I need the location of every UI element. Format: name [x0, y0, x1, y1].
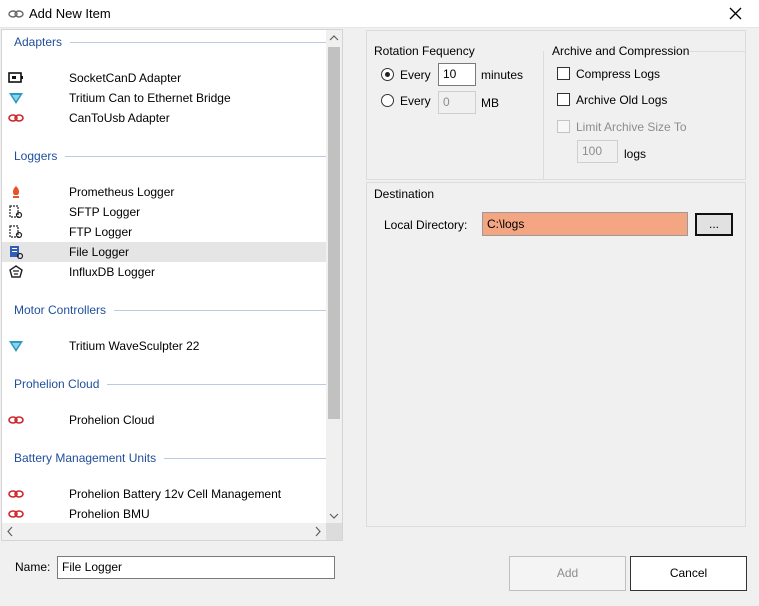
group-header: Loggers: [14, 149, 328, 165]
document-gear-icon: [8, 225, 24, 239]
rotation-mb-radio[interactable]: [381, 94, 394, 107]
group-divider: [65, 156, 328, 157]
scroll-thumb[interactable]: [328, 47, 340, 419]
limit-archive-unit: logs: [624, 147, 647, 161]
rotation-minutes-prefix: Every: [400, 68, 431, 82]
rotation-minutes-radio[interactable]: [381, 68, 394, 81]
title-bar: Add New Item: [0, 0, 759, 28]
limit-archive-input[interactable]: 100: [577, 140, 618, 163]
list-item[interactable]: SocketCanD Adapter: [2, 68, 328, 88]
browse-button-label: ...: [708, 217, 719, 231]
rotation-mb-unit: MB: [481, 96, 499, 110]
window-title: Add New Item: [29, 6, 111, 21]
document-gear-icon: [8, 205, 24, 219]
chevron-left-icon: [7, 526, 13, 537]
archive-group-divider: [543, 51, 544, 179]
group-header: Motor Controllers: [14, 303, 328, 319]
list-item[interactable]: Prohelion BMU: [2, 504, 328, 524]
list-item-label: SFTP Logger: [69, 205, 141, 219]
scroll-left-button[interactable]: [2, 523, 18, 540]
chevron-right-icon: [315, 526, 321, 537]
link-icon: [8, 413, 24, 427]
group-title: Battery Management Units: [14, 451, 163, 465]
tritium-icon: [8, 91, 24, 105]
group-divider: [114, 310, 328, 311]
chevron-down-icon: [329, 513, 339, 519]
close-button[interactable]: [713, 0, 759, 28]
list-item[interactable]: InfluxDB Logger: [2, 262, 328, 282]
list-item-label: SocketCanD Adapter: [69, 71, 182, 85]
list-item[interactable]: FTP Logger: [2, 222, 328, 242]
list-item[interactable]: Prohelion Battery 12v Cell Management: [2, 484, 328, 504]
scrollbar-corner: [326, 523, 342, 540]
archive-old-logs-label: Archive Old Logs: [576, 93, 668, 107]
archive-group-title: Archive and Compression: [552, 44, 690, 58]
cancel-button[interactable]: Cancel: [630, 556, 747, 591]
list-item-label: InfluxDB Logger: [69, 265, 156, 279]
link-icon: [8, 10, 24, 18]
rotation-minutes-input[interactable]: 10: [438, 63, 476, 86]
limit-archive-checkbox[interactable]: [557, 120, 570, 133]
group-header: Prohelion Cloud: [14, 377, 328, 393]
influxdb-icon: [8, 265, 24, 279]
list-item-label: Prometheus Logger: [69, 185, 175, 199]
rotation-minutes-unit: minutes: [481, 68, 524, 82]
browse-button[interactable]: ...: [695, 213, 733, 236]
list-item[interactable]: CanToUsb Adapter: [2, 108, 328, 128]
destination-group-title: Destination: [374, 187, 435, 201]
group-title: Loggers: [14, 149, 64, 163]
item-list-content: Adapters SocketCanD Adapter Tritium Can to…: [2, 30, 328, 524]
group-header: Battery Management Units: [14, 451, 328, 467]
list-item-label: FTP Logger: [69, 225, 133, 239]
list-item[interactable]: File Logger: [2, 242, 328, 262]
prometheus-flame-icon: [8, 185, 24, 199]
group-title: Motor Controllers: [14, 303, 113, 317]
list-item[interactable]: SFTP Logger: [2, 202, 328, 222]
name-label: Name:: [15, 560, 51, 574]
tritium-icon: [8, 339, 24, 353]
list-item-label: Prohelion Battery 12v Cell Management: [69, 487, 282, 501]
archive-group-line: [690, 51, 746, 52]
item-list[interactable]: Adapters SocketCanD Adapter Tritium Can to…: [1, 29, 343, 541]
vertical-scrollbar[interactable]: [326, 30, 342, 524]
horizontal-scrollbar[interactable]: [2, 523, 342, 540]
group-title: Prohelion Cloud: [14, 377, 106, 391]
list-item-label: Tritium Can to Ethernet Bridge: [69, 91, 231, 105]
close-icon: [729, 7, 742, 20]
group-header: Adapters: [14, 35, 328, 51]
list-item-label: File Logger: [69, 245, 130, 259]
compress-logs-label: Compress Logs: [576, 67, 661, 81]
list-item-label: Prohelion BMU: [69, 507, 150, 521]
group-divider: [164, 458, 328, 459]
socketcand-icon: [8, 71, 24, 85]
chevron-up-icon: [329, 35, 339, 41]
scroll-up-button[interactable]: [326, 30, 342, 46]
name-input[interactable]: File Logger: [57, 556, 335, 579]
limit-archive-label: Limit Archive Size To: [576, 120, 687, 134]
scroll-right-button[interactable]: [310, 523, 326, 540]
archive-old-logs-checkbox[interactable]: [557, 93, 570, 106]
list-item-label: Tritium WaveSculpter 22: [69, 339, 200, 353]
local-directory-input[interactable]: C:\logs: [482, 212, 688, 236]
rotation-group-title: Rotation Fequency: [374, 44, 475, 58]
rotation-mb-input[interactable]: 0: [438, 91, 476, 114]
link-icon: [8, 111, 24, 125]
list-item[interactable]: Prometheus Logger: [2, 182, 328, 202]
scroll-down-button[interactable]: [326, 508, 342, 524]
link-icon: [8, 507, 24, 521]
list-item[interactable]: Tritium Can to Ethernet Bridge: [2, 88, 328, 108]
add-button[interactable]: Add: [509, 556, 626, 591]
list-item-label: Prohelion Cloud: [69, 413, 155, 427]
list-item[interactable]: Prohelion Cloud: [2, 410, 328, 430]
list-item[interactable]: Tritium WaveSculpter 22: [2, 336, 328, 356]
group-divider: [107, 384, 328, 385]
list-item-label: CanToUsb Adapter: [69, 111, 170, 125]
file-logger-icon: [8, 245, 24, 260]
group-divider: [70, 42, 328, 43]
link-icon: [8, 487, 24, 501]
group-title: Adapters: [14, 35, 69, 49]
local-directory-label: Local Directory:: [384, 218, 468, 232]
compress-logs-checkbox[interactable]: [557, 67, 570, 80]
rotation-mb-prefix: Every: [400, 94, 431, 108]
